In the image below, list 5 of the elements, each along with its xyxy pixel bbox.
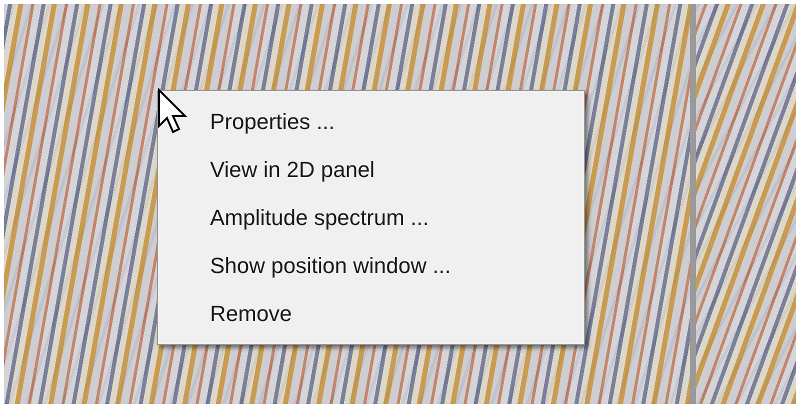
menu-item[interactable]: Show position window ... — [158, 242, 584, 290]
menu-item[interactable]: View in 2D panel — [158, 146, 584, 194]
mouse-pointer-icon — [157, 88, 189, 136]
menu-item[interactable]: Amplitude spectrum ... — [158, 194, 584, 242]
menu-item[interactable]: Remove — [158, 290, 584, 338]
